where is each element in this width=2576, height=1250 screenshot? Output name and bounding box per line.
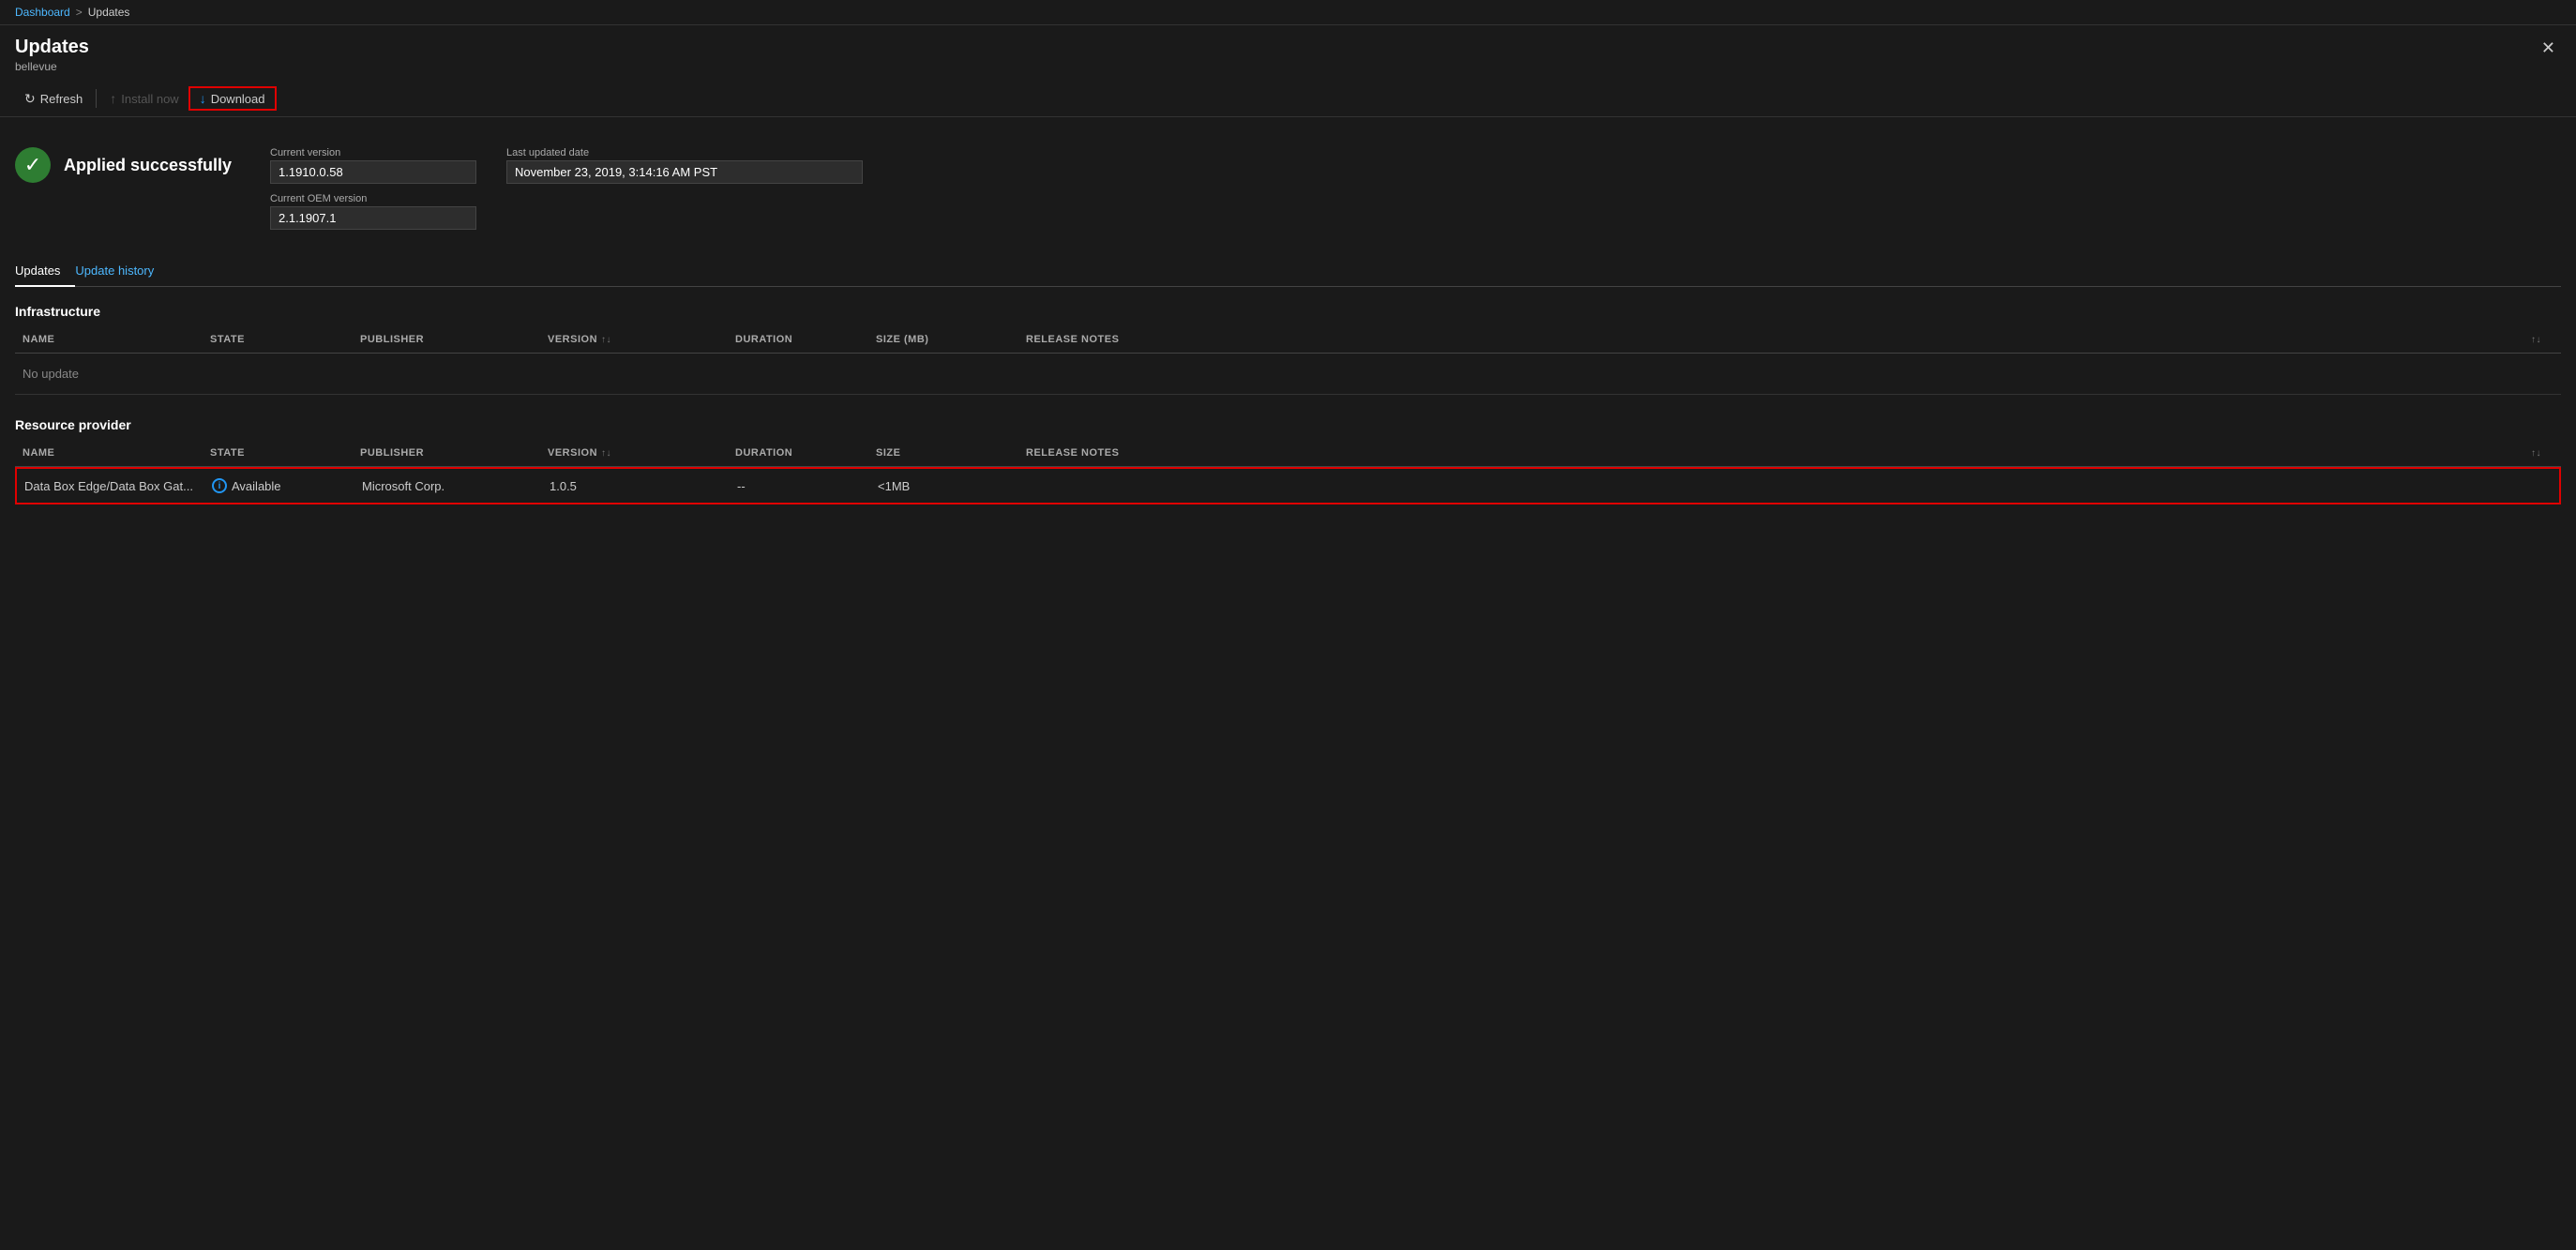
resource-provider-section: Resource provider NAME STATE PUBLISHER V…	[15, 417, 2561, 505]
refresh-label: Refresh	[40, 92, 83, 106]
rp-th-size: SIZE	[868, 444, 1018, 462]
rp-th-release-notes: RELEASE NOTES	[1018, 444, 2523, 462]
breadcrumb-dashboard[interactable]: Dashboard	[15, 6, 70, 19]
rp-th-publisher: PUBLISHER	[353, 444, 540, 462]
breadcrumb-current: Updates	[88, 6, 130, 19]
extra-sort-icon[interactable]: ↑↓	[2531, 335, 2541, 345]
available-badge: i Available	[212, 478, 347, 493]
panel-header: Updates bellevue ✕	[0, 25, 2576, 81]
toolbar-separator	[96, 89, 97, 108]
resource-provider-title: Resource provider	[15, 417, 2561, 432]
status-fields: Current version 1.1910.0.58 Current OEM …	[270, 147, 476, 230]
th-name: NAME	[15, 330, 203, 349]
th-state: STATE	[203, 330, 353, 349]
install-now-button[interactable]: ↑ Install now	[100, 87, 188, 110]
version-sort-icon[interactable]: ↑↓	[601, 335, 611, 345]
panel-title-block: Updates bellevue	[15, 37, 89, 73]
current-oem-value: 2.1.1907.1	[270, 206, 476, 230]
current-oem-group: Current OEM version 2.1.1907.1	[270, 193, 476, 230]
th-release-notes: RELEASE NOTES	[1018, 330, 2523, 349]
tab-updates[interactable]: Updates	[15, 256, 75, 287]
main-content: ✓ Applied successfully Current version 1…	[0, 117, 2576, 505]
resource-provider-table: NAME STATE PUBLISHER VERSION ↑↓ DURATION…	[15, 440, 2561, 505]
th-sort-extra: ↑↓	[2523, 330, 2561, 349]
current-version-value: 1.1910.0.58	[270, 160, 476, 184]
rp-version-sort-icon[interactable]: ↑↓	[601, 448, 611, 459]
rp-th-duration: DURATION	[728, 444, 868, 462]
infrastructure-table: NAME STATE PUBLISHER VERSION ↑↓ DURATION…	[15, 326, 2561, 395]
rp-table-header: NAME STATE PUBLISHER VERSION ↑↓ DURATION…	[15, 440, 2561, 467]
infrastructure-no-update-row: No update	[15, 354, 2561, 395]
close-button[interactable]: ✕	[2536, 37, 2561, 60]
rp-th-state: STATE	[203, 444, 353, 462]
rp-row-state: i Available	[204, 474, 354, 497]
refresh-button[interactable]: ↻ Refresh	[15, 87, 92, 111]
th-version: VERSION ↑↓	[540, 330, 728, 349]
success-icon: ✓	[15, 147, 51, 183]
rp-th-version: VERSION ↑↓	[540, 444, 728, 462]
infrastructure-table-header: NAME STATE PUBLISHER VERSION ↑↓ DURATION…	[15, 326, 2561, 354]
current-oem-label: Current OEM version	[270, 193, 476, 204]
tabs: Updates Update history	[15, 256, 2561, 287]
current-version-group: Current version 1.1910.0.58	[270, 147, 476, 184]
infrastructure-title: Infrastructure	[15, 304, 2561, 319]
rp-row-duration: --	[730, 475, 870, 497]
download-label: Download	[211, 92, 265, 106]
available-icon: i	[212, 478, 227, 493]
status-fields-right: Last updated date November 23, 2019, 3:1…	[506, 147, 863, 184]
rp-row-release-notes	[1020, 482, 2522, 489]
panel-subtitle: bellevue	[15, 60, 89, 73]
status-bar: ✓ Applied successfully Current version 1…	[15, 132, 2561, 245]
rp-row-name: Data Box Edge/Data Box Gat...	[17, 475, 204, 497]
infrastructure-section: Infrastructure NAME STATE PUBLISHER VERS…	[15, 304, 2561, 395]
status-left: ✓ Applied successfully	[15, 147, 240, 183]
rp-row-size: <1MB	[870, 475, 1020, 497]
applied-text: Applied successfully	[64, 156, 232, 175]
breadcrumb-separator: >	[76, 6, 83, 19]
current-version-label: Current version	[270, 147, 476, 158]
th-publisher: PUBLISHER	[353, 330, 540, 349]
rp-extra-sort-icon[interactable]: ↑↓	[2531, 448, 2541, 459]
th-size-mb: SIZE (MB)	[868, 330, 1018, 349]
last-updated-value: November 23, 2019, 3:14:16 AM PST	[506, 160, 863, 184]
rp-th-sort-extra: ↑↓	[2523, 444, 2561, 462]
table-row[interactable]: Data Box Edge/Data Box Gat... i Availabl…	[15, 467, 2561, 505]
refresh-icon: ↻	[24, 91, 36, 107]
install-icon: ↑	[110, 91, 116, 106]
available-text: Available	[232, 479, 281, 493]
rp-row-publisher: Microsoft Corp.	[354, 475, 542, 497]
rp-row-extra	[2522, 482, 2559, 489]
download-icon: ↓	[200, 91, 206, 106]
download-button[interactable]: ↓ Download	[188, 86, 277, 111]
install-label: Install now	[121, 92, 178, 106]
page-title: Updates	[15, 37, 89, 58]
toolbar: ↻ Refresh ↑ Install now ↓ Download	[0, 81, 2576, 117]
last-updated-group: Last updated date November 23, 2019, 3:1…	[506, 147, 863, 184]
rp-th-name: NAME	[15, 444, 203, 462]
last-updated-label: Last updated date	[506, 147, 863, 158]
th-duration: DURATION	[728, 330, 868, 349]
no-update-text: No update	[15, 359, 203, 388]
breadcrumb: Dashboard > Updates	[0, 0, 2576, 25]
tab-update-history[interactable]: Update history	[75, 256, 169, 287]
rp-row-version: 1.0.5	[542, 475, 730, 497]
